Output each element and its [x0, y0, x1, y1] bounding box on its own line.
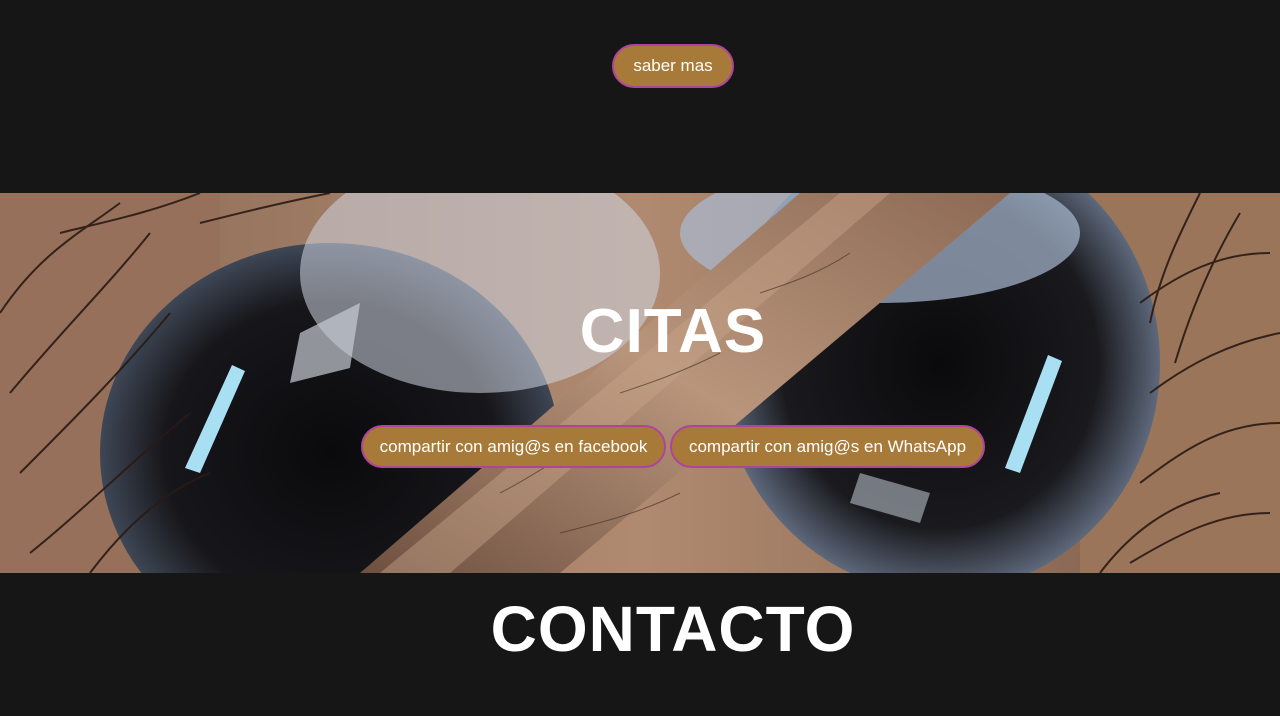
top-section: saber mas [0, 0, 1280, 193]
hero-banner [0, 193, 1280, 573]
saber-mas-button[interactable]: saber mas [612, 44, 734, 88]
contacto-title: CONTACTO [490, 593, 856, 665]
share-whatsapp-button[interactable]: compartir con amig@s en WhatsApp [670, 425, 985, 468]
eyes-closeup-image [0, 193, 1280, 573]
page: saber mas CITAS compartir con amig@s en … [0, 0, 1280, 716]
citas-title: CITAS [579, 297, 767, 366]
share-facebook-button[interactable]: compartir con amig@s en facebook [361, 425, 666, 468]
